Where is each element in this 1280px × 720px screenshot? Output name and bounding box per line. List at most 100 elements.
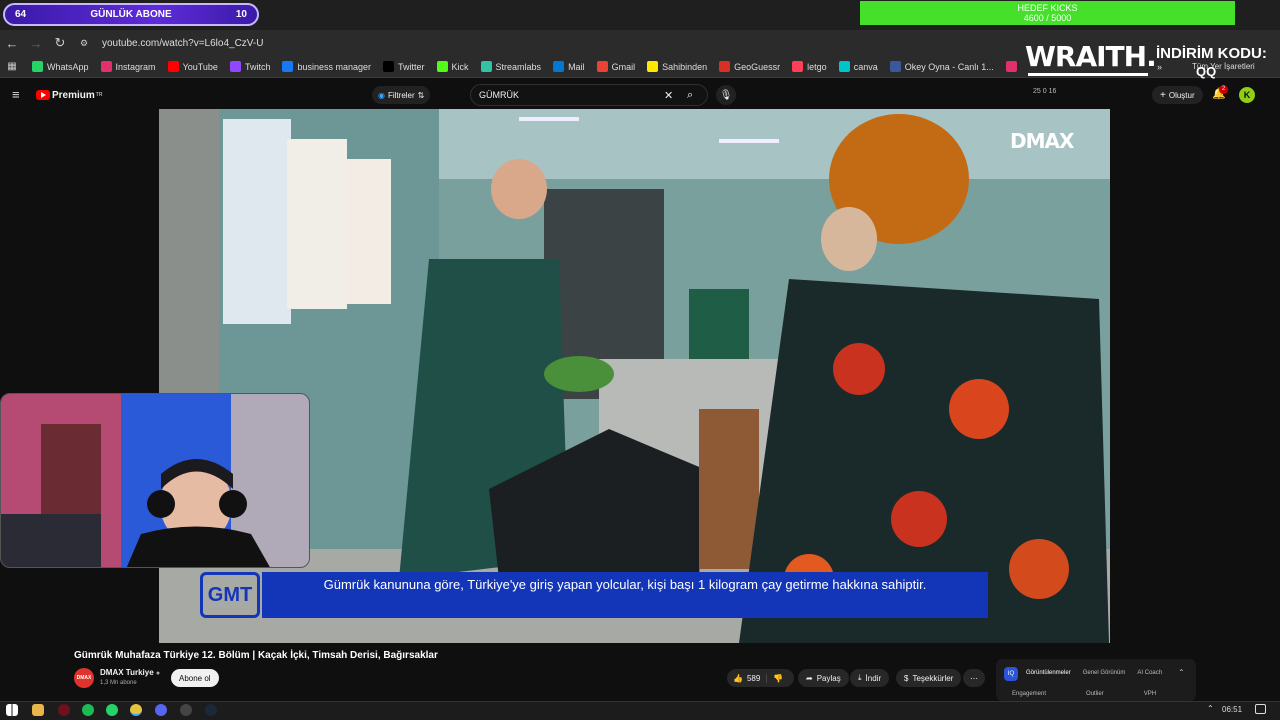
search-input[interactable]: GÜMRÜK ✕ ⌕ <box>470 84 708 106</box>
video-subtitle: Gümrük kanununa göre, Türkiye'ye giriş y… <box>323 577 927 592</box>
bookmark-favicon-icon <box>553 61 565 72</box>
steam-icon[interactable] <box>205 704 217 716</box>
bookmark-item[interactable]: WhatsApp <box>32 61 89 72</box>
thanks-button[interactable]: $ Teşekkürler <box>896 669 962 687</box>
subscribe-button[interactable]: Abone ol <box>171 669 219 687</box>
back-icon[interactable]: ← <box>0 32 24 54</box>
thumbs-down-icon[interactable]: 👎 <box>767 674 789 683</box>
apps-grid-icon[interactable]: ▦ <box>0 56 24 78</box>
goal-remaining <box>1235 1 1268 25</box>
goal-label: HEDEF KICKS <box>1017 3 1078 13</box>
bookmark-item[interactable]: canva <box>838 61 878 72</box>
daily-sub-counter: 64 GÜNLÜK ABONE 10 <box>3 3 259 26</box>
sponsor-underline <box>1028 73 1148 76</box>
bookmark-item[interactable]: Instagram <box>100 61 156 72</box>
taskbar <box>0 701 1280 720</box>
bookmark-list: WhatsApp Instagram YouTube Twitch business m… <box>32 61 1017 72</box>
channel-avatar[interactable]: DMAX <box>74 668 94 688</box>
whatsapp-icon[interactable] <box>106 704 118 716</box>
extension-stats: 25 0 16 <box>1033 88 1057 95</box>
share-icon: ➦ <box>806 673 813 683</box>
bookmark-label: Mail <box>568 61 585 72</box>
bookmark-favicon-icon <box>100 61 112 72</box>
bookmark-label: Kick <box>451 61 469 72</box>
bookmark-label: Okey Oyna - Canlı 1... <box>904 61 994 72</box>
bookmark-item[interactable]: Mail <box>553 61 585 72</box>
more-actions-button[interactable]: ⋯ <box>963 669 985 687</box>
bookmark-item[interactable]: GeoGuessr <box>719 61 780 72</box>
vidiq-tab-overview[interactable]: Genel Görünüm <box>1083 670 1126 676</box>
filters-button[interactable]: ◉ Filtreler ⇅ <box>372 86 431 104</box>
sub-counter-current: 64 <box>15 9 27 20</box>
mic-icon[interactable]: 🎙 <box>716 85 736 105</box>
notification-center-icon[interactable] <box>1255 704 1266 714</box>
bookmark-favicon-icon <box>32 61 43 72</box>
vidiq-metrics: Engagement Outlier VPH <box>1012 691 1156 697</box>
account-avatar[interactable]: K <box>1239 87 1255 103</box>
clock: 06:51 <box>1222 705 1243 714</box>
bookmarks-overflow-icon[interactable]: » <box>1157 62 1162 72</box>
search-icon[interactable]: ⌕ <box>687 89 693 102</box>
bookmark-item[interactable]: Gmail <box>596 61 635 72</box>
obs-icon[interactable] <box>180 704 192 716</box>
bookmark-item[interactable]: letgo <box>792 61 827 72</box>
url-field[interactable]: youtube.com/watch?v=L6lo4_CzV-U <box>102 38 263 49</box>
thanks-label: Teşekkürler <box>912 673 954 683</box>
screen: 64 GÜNLÜK ABONE 10 HEDEF KICKS 4600 / 50… <box>0 0 1280 720</box>
metric-vph: VPH <box>1143 691 1157 697</box>
reload-icon[interactable]: ↻ <box>48 32 72 54</box>
bookmark-favicon-icon <box>282 61 294 72</box>
sponsor-logo: WRAITH. <box>1025 40 1157 73</box>
file-explorer-icon[interactable] <box>32 704 44 716</box>
bookmark-label: Twitter <box>398 61 425 72</box>
spotify-icon[interactable] <box>82 704 94 716</box>
bookmark-item[interactable]: business manager <box>282 61 371 72</box>
bookmark-favicon-icon <box>1005 61 1017 72</box>
notification-badge: 2 <box>1219 85 1228 94</box>
bookmark-item[interactable]: Streamlabs <box>480 61 542 72</box>
filters-label: Filtreler <box>387 90 415 100</box>
youtube-play-icon <box>36 90 50 100</box>
create-button[interactable]: + Oluştur <box>1152 86 1203 104</box>
bookmark-item[interactable]: Kürşat Karakılıç (@k... <box>1005 61 1017 72</box>
bookmark-label: Streamlabs <box>495 61 542 72</box>
bookmark-label: canva <box>853 61 878 72</box>
like-button[interactable]: 👍 589 <box>727 673 768 683</box>
webcam-overlay <box>0 393 310 568</box>
youtube-logo[interactable]: Premium TR <box>36 90 102 101</box>
bookmark-item[interactable]: Okey Oyna - Canlı 1... <box>889 61 994 72</box>
bookmark-item[interactable]: Kick <box>436 61 469 72</box>
bookmark-label: YouTube <box>182 61 218 72</box>
like-dislike-group: 👍 589 👎 <box>727 669 794 687</box>
share-label: Paylaş <box>816 673 841 683</box>
kicks-goal-bar: HEDEF KICKS 4600 / 5000 <box>860 1 1235 25</box>
channel-name[interactable]: DMAX Turkiye ● <box>100 668 160 677</box>
share-button[interactable]: ➦ Paylaş <box>798 669 849 687</box>
vidiq-tab-views[interactable]: Görüntülenmeler <box>1026 670 1071 676</box>
menu-icon[interactable]: ≡ <box>12 87 20 102</box>
bookmark-label: business manager <box>297 61 371 72</box>
download-button[interactable]: ⤓ İndir <box>850 669 890 687</box>
bookmark-item[interactable]: YouTube <box>167 61 218 72</box>
bookmark-item[interactable]: Sahibinden <box>647 61 707 72</box>
site-info-icon[interactable]: ⚙ <box>72 32 96 54</box>
search-value: GÜMRÜK <box>479 90 519 100</box>
metric-engagement: Engagement <box>1012 691 1047 697</box>
discord-icon[interactable] <box>155 704 167 716</box>
vidiq-tab-coach[interactable]: AI Coach <box>1137 670 1162 676</box>
tray-chevron-icon[interactable]: ⌃ <box>1207 704 1214 713</box>
bookmark-item[interactable]: Twitter <box>383 61 425 72</box>
forward-icon[interactable]: → <box>24 32 48 54</box>
promo-code: QQ <box>1196 64 1217 79</box>
thanks-icon: $ <box>904 673 909 683</box>
webcam-frame <box>1 394 309 567</box>
app-icon-red[interactable] <box>58 704 70 716</box>
vidiq-collapse-icon[interactable]: ⌃ <box>1178 668 1185 677</box>
channel-name-text: DMAX Turkiye <box>100 668 154 677</box>
youtube-region: TR <box>95 92 103 98</box>
bookmark-favicon-icon <box>596 61 608 72</box>
clear-search-icon[interactable]: ✕ <box>664 89 673 102</box>
bookmark-item[interactable]: Twitch <box>229 61 270 72</box>
windows-start-icon[interactable] <box>6 704 18 716</box>
chrome-icon[interactable] <box>130 704 142 716</box>
